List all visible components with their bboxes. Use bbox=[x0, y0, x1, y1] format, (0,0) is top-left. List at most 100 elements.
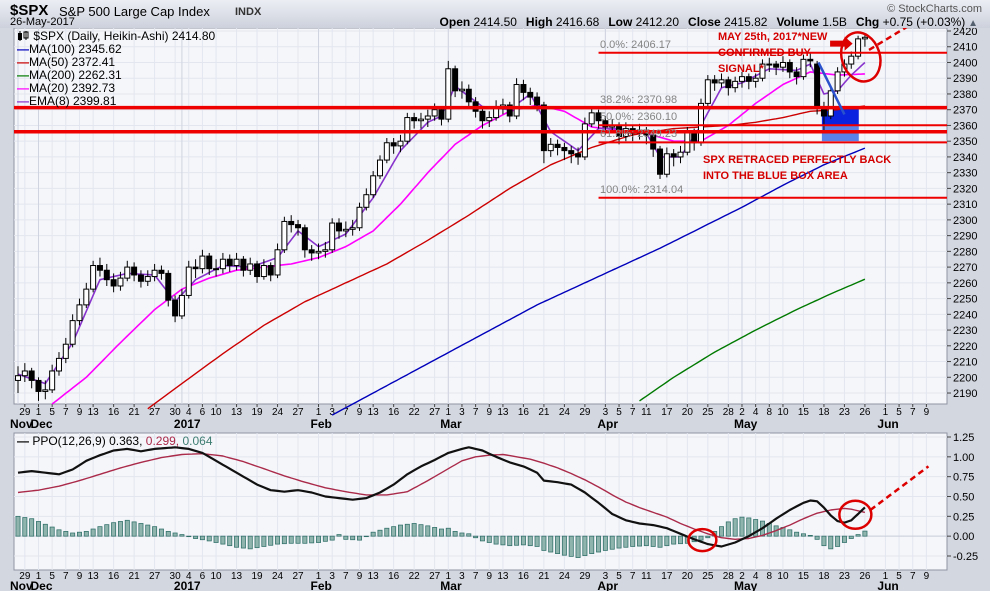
ppo-histogram-bar bbox=[678, 536, 682, 544]
ppo-histogram-bar bbox=[112, 523, 116, 536]
candle-body bbox=[179, 295, 184, 315]
ppo-histogram-bar bbox=[378, 530, 382, 536]
date-axis-label: 13 bbox=[88, 407, 100, 418]
ppo-histogram-bar bbox=[569, 536, 573, 556]
ppo-histogram-bar bbox=[637, 536, 641, 546]
ppo-histogram-bar bbox=[398, 525, 402, 536]
ma20-label: MA(20) 2392.73 bbox=[29, 81, 115, 95]
candle-body bbox=[746, 77, 751, 82]
ppo-histogram-bar bbox=[125, 520, 129, 536]
candle-body bbox=[50, 371, 55, 390]
ppo-histogram-bar bbox=[351, 536, 355, 540]
candle-body bbox=[302, 228, 307, 250]
date-axis-label: 13 bbox=[231, 571, 243, 582]
candle-body bbox=[541, 105, 546, 151]
candle-body bbox=[439, 110, 444, 119]
month-axis-label: Apr bbox=[597, 417, 618, 431]
date-axis-label: 9 bbox=[357, 407, 363, 418]
candle-body bbox=[29, 371, 34, 380]
ppo-axis-label: 1.25 bbox=[953, 432, 974, 444]
ppo-histogram-bar bbox=[596, 536, 600, 552]
candle-body bbox=[726, 80, 731, 88]
candle-body bbox=[569, 151, 574, 154]
price-axis-label: 2390 bbox=[953, 73, 977, 85]
ppo-histogram-bar bbox=[644, 536, 648, 546]
ppo-histogram-bar bbox=[719, 527, 723, 537]
candlestick-icon bbox=[17, 31, 30, 41]
candle-body bbox=[459, 89, 464, 91]
candle-body bbox=[391, 143, 396, 146]
index-name: S&P 500 Large Cap Index bbox=[59, 4, 210, 19]
candle-body bbox=[316, 251, 321, 253]
candle-body bbox=[248, 264, 253, 270]
ppo-histogram-bar bbox=[549, 536, 553, 552]
quote-value: 2412.20 bbox=[632, 15, 679, 29]
ema8-label: EMA(8) 2399.81 bbox=[29, 94, 116, 108]
candle-body bbox=[234, 259, 239, 265]
candle-body bbox=[138, 275, 143, 281]
price-axis-label: 2270 bbox=[953, 262, 977, 274]
ppo-histogram-bar bbox=[234, 536, 238, 547]
candle-body bbox=[705, 80, 710, 104]
ppo-histogram-bar bbox=[521, 536, 525, 545]
ppo-histogram-bar bbox=[98, 527, 102, 537]
date-axis-label: 9 bbox=[77, 407, 83, 418]
ppo-histogram-bar bbox=[255, 536, 259, 548]
chart-header: $SPX S&P 500 Large Cap Index INDX 26-May… bbox=[0, 0, 990, 28]
price-axis-label: 2200 bbox=[953, 372, 977, 384]
candle-body bbox=[220, 259, 225, 268]
quote-label: High bbox=[526, 15, 553, 29]
candle-body bbox=[555, 144, 560, 147]
ppo-histogram-bar bbox=[30, 519, 34, 536]
candle-body bbox=[364, 195, 369, 208]
candle-body bbox=[145, 277, 150, 282]
quote-label: Volume bbox=[776, 15, 818, 29]
candle-body bbox=[173, 300, 178, 316]
price-axis-label: 2290 bbox=[953, 231, 977, 243]
ppo-histogram-bar bbox=[617, 536, 621, 548]
date-axis-label: 10 bbox=[211, 407, 223, 418]
ppo-histogram-bar bbox=[562, 536, 566, 555]
month-axis-label: Feb bbox=[311, 417, 332, 431]
ppo-histogram-bar bbox=[480, 536, 484, 541]
ppo-histogram-bar bbox=[446, 528, 450, 536]
ppo-histogram-bar bbox=[514, 536, 518, 545]
copyright-text: © StockCharts.com bbox=[887, 3, 982, 15]
date-axis-label: 9 bbox=[486, 571, 492, 582]
candle-body bbox=[582, 124, 587, 157]
ppo-histogram-bar bbox=[815, 536, 819, 539]
ma20-swatch: — bbox=[17, 81, 29, 95]
candle-body bbox=[22, 371, 27, 376]
price-axis-label: 2210 bbox=[953, 357, 977, 369]
candle-body bbox=[828, 91, 833, 116]
candle-body bbox=[193, 267, 198, 269]
ppo-value: 0.299, bbox=[142, 434, 179, 448]
price-axis-label: 2340 bbox=[953, 152, 977, 164]
date-axis-label: 9 bbox=[924, 571, 930, 582]
candle-body bbox=[671, 154, 676, 157]
ohlc-quote-strip: Open 2414.50High 2416.68Low 2412.20Close… bbox=[431, 15, 978, 29]
ppo-histogram-bar bbox=[583, 536, 587, 555]
ppo-histogram-bar bbox=[357, 536, 361, 540]
candle-body bbox=[432, 110, 437, 116]
ppo-histogram-bar bbox=[460, 533, 464, 536]
date-axis-label: 27 bbox=[292, 571, 304, 582]
ppo-histogram-bar bbox=[262, 536, 266, 546]
ppo-histogram-bar bbox=[132, 522, 136, 536]
candle-body bbox=[16, 376, 21, 381]
candle-body bbox=[719, 80, 724, 83]
ppo-histogram-bar bbox=[207, 536, 211, 541]
ppo-histogram-bar bbox=[795, 532, 799, 536]
date-axis-label: 19 bbox=[251, 407, 263, 418]
candle-body bbox=[111, 280, 116, 286]
date-axis-label: 7 bbox=[910, 571, 916, 582]
date-axis-label: 28 bbox=[723, 407, 735, 418]
candle-body bbox=[425, 116, 430, 119]
date-axis-label: 9 bbox=[924, 407, 930, 418]
candle-body bbox=[678, 152, 683, 157]
ppo-histogram-bar bbox=[330, 536, 334, 540]
quote-value: 2416.68 bbox=[553, 15, 600, 29]
legend-ema8-row: —EMA(8) 2399.81 bbox=[17, 95, 215, 108]
date-axis-label: 13 bbox=[497, 407, 509, 418]
ppo-histogram-bar bbox=[740, 517, 744, 536]
